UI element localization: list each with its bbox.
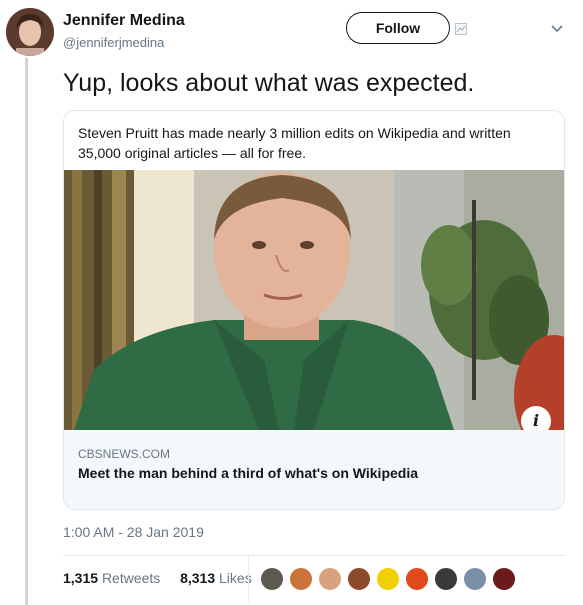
engagement-stats: 1,315 Retweets 8,313 Likes [63,570,252,586]
thread-line [25,58,28,605]
tweet-text: Yup, looks about what was expected. [63,69,475,97]
retweets-count[interactable]: 1,315 [63,570,98,586]
retweets-label[interactable]: Retweets [102,570,160,586]
avatar-image [6,8,54,56]
liker-avatar[interactable] [405,567,429,591]
broken-image-icon [455,23,467,35]
card-footer[interactable]: CBSNEWS.COM Meet the man behind a third … [64,430,564,509]
likes-label[interactable]: Likes [219,570,252,586]
follow-button[interactable]: Follow [346,12,450,44]
card-title[interactable]: Meet the man behind a third of what's on… [78,465,418,481]
liker-avatar[interactable] [318,567,342,591]
liker-avatar[interactable] [463,567,487,591]
liker-avatar[interactable] [492,567,516,591]
likes-count[interactable]: 8,313 [180,570,215,586]
stats-separator [248,556,249,602]
divider-top [63,555,565,556]
link-card[interactable]: Steven Pruitt has made nearly 3 million … [63,110,565,510]
card-quote: Steven Pruitt has made nearly 3 million … [78,125,511,161]
liker-avatar[interactable] [347,567,371,591]
liker-avatar[interactable] [289,567,313,591]
liker-avatar[interactable] [260,567,284,591]
author-name[interactable]: Jennifer Medina [63,12,185,30]
liker-avatar[interactable] [434,567,458,591]
avatar[interactable] [6,8,54,56]
timestamp[interactable]: 1:00 AM - 28 Jan 2019 [63,524,204,540]
card-domain: CBSNEWS.COM [78,447,171,461]
chevron-down-icon[interactable] [551,25,563,33]
card-image[interactable] [64,170,564,430]
author-handle[interactable]: @jenniferjmedina [63,35,164,50]
liker-avatar[interactable] [376,567,400,591]
